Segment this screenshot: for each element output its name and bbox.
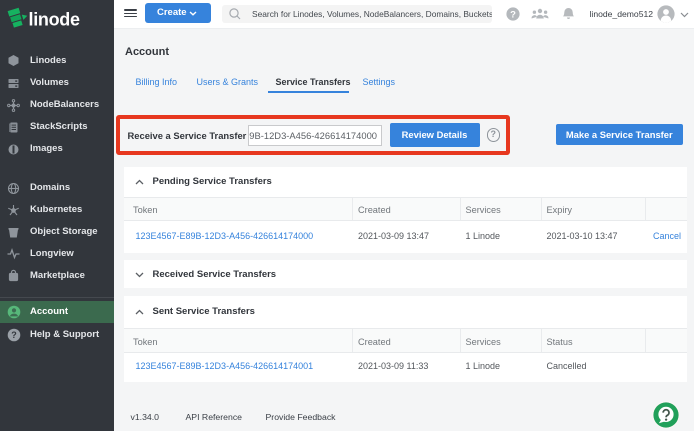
svg-text:?: ?: [11, 330, 17, 340]
svg-text:linode: linode: [29, 10, 80, 30]
svg-text:?: ?: [510, 9, 516, 20]
